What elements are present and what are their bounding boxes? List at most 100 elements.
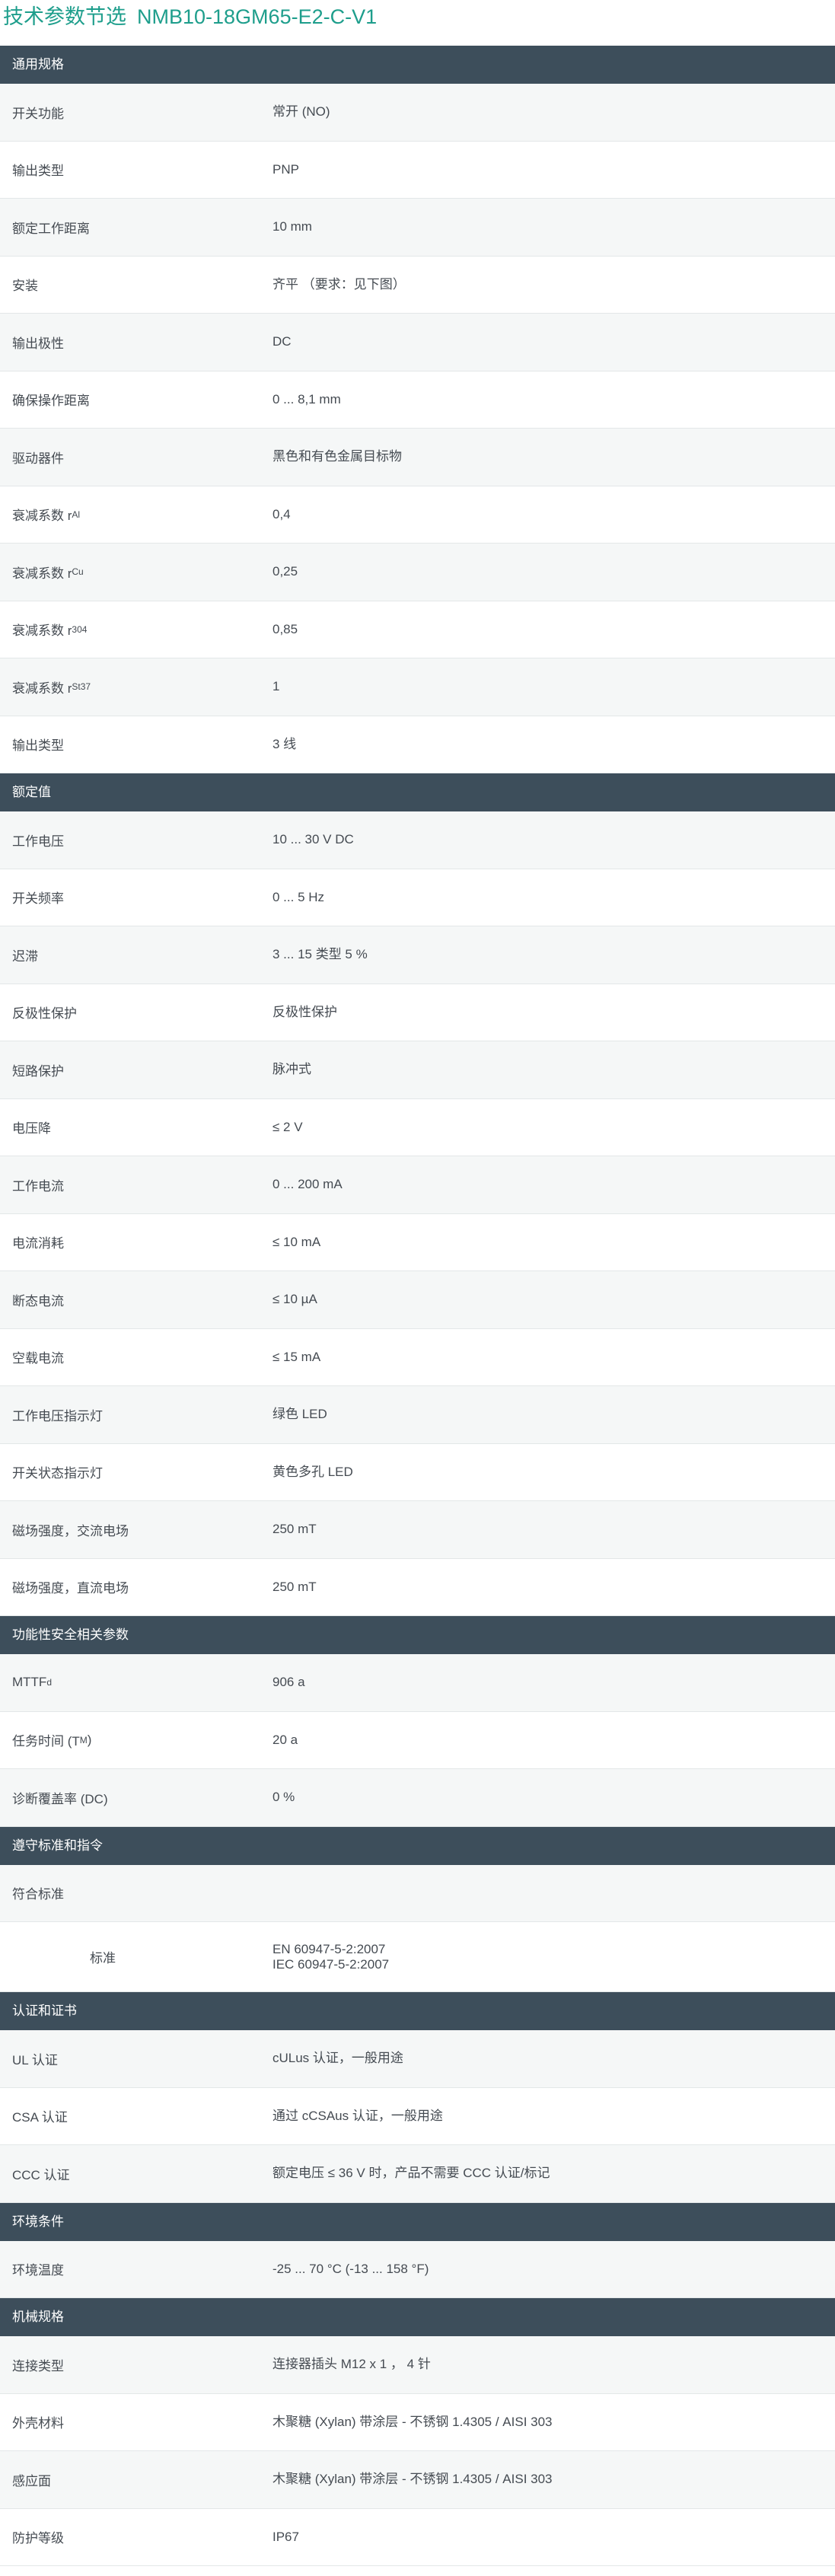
spec-label: CCC 认证 (12, 2145, 70, 2202)
spec-row: UL 认证 cULus 认证，一般用途 (0, 2030, 835, 2088)
spec-label-text: 开关频率 (12, 891, 64, 907)
spec-row: 衰减系数 r 304 0,85 (0, 601, 835, 658)
spec-row: 连接类型 连接器插头 M12 x 1 ， 4 针 (0, 2336, 835, 2394)
spec-label-text: 空载电流 (12, 1351, 64, 1366)
spec-label: 工作电压 (12, 811, 64, 869)
spec-value-text: -25 ... 70 °C (-13 ... 158 °F) (272, 2261, 429, 2276)
spec-label: 输出类型 (12, 142, 64, 199)
spec-label-text: UL 认证 (12, 2052, 58, 2067)
spec-row: CSA 认证 通过 cCSAus 认证，一般用途 (0, 2087, 835, 2145)
spec-value: DC (272, 314, 292, 371)
spec-value-text: IP67 (272, 2529, 299, 2544)
spec-value-text: 常开 (NO) (272, 104, 330, 120)
spec-label: 符合标准 (12, 1865, 64, 1922)
spec-value: ≤ 10 mA (272, 1214, 320, 1271)
spec-label: 任务时间 (T M) (12, 1712, 91, 1769)
spec-value: PNP (272, 142, 299, 199)
spec-value-text: 250 mT (272, 1579, 317, 1594)
spec-value: 连接器插头 M12 x 1 ， 4 针 (272, 2336, 431, 2393)
spec-value-text: 0,25 (272, 564, 298, 579)
section-header: 认证和证书 (0, 1992, 835, 2030)
spec-row: 环境温度 -25 ... 70 °C (-13 ... 158 °F) (0, 2240, 835, 2298)
spec-label: 开关频率 (12, 869, 64, 926)
page: 技术参数节选 NMB10-18GM65-E2-C-V1 通用规格 开关功能 常开 (N… (0, 0, 835, 2576)
spec-value-text: 3 线 (272, 736, 297, 751)
spec-label: 输出极性 (12, 314, 64, 371)
spec-row: 工作电流 0 ... 200 mA (0, 1156, 835, 1214)
spec-table: 通用规格 开关功能 常开 (NO) 输出类型 PNP 额定工作距离 10 mm 安装 齐平 （要… (0, 46, 835, 2576)
spec-value-text: 通过 cCSAus 认证，一般用途 (272, 2108, 443, 2123)
spec-label-text: 连接类型 (12, 2358, 64, 2374)
spec-label: 电流消耗 (12, 1214, 64, 1271)
spec-value: ≤ 15 mA (272, 1329, 320, 1386)
spec-value: -25 ... 70 °C (-13 ... 158 °F) (272, 2241, 429, 2298)
spec-row: 诊断覆盖率 (DC) 0 % (0, 1769, 835, 1827)
spec-label: 电压降 (12, 1099, 51, 1156)
spec-row: 外壳材料 木聚糖 (Xylan) 带涂层 - 不锈钢 1.4305 / AISI … (0, 2393, 835, 2451)
spec-label-text: 外壳材料 (12, 2416, 64, 2431)
spec-value: 绿色 LED (272, 1386, 327, 1443)
spec-value: 0 ... 200 mA (272, 1156, 343, 1213)
spec-row: 断态电流 ≤ 10 µA (0, 1271, 835, 1329)
spec-value-text: 0,85 (272, 621, 298, 636)
spec-label-text: 诊断覆盖率 (DC) (12, 1791, 108, 1806)
spec-value-text: ≤ 15 mA (272, 1349, 321, 1364)
spec-value: 10 ... 30 V DC (272, 811, 354, 869)
spec-row: 短路保护 脉冲式 (0, 1041, 835, 1099)
spec-value: 0 ... 8,1 mm (272, 371, 341, 429)
spec-value: 木聚糖 (Xylan) 带涂层 - 不锈钢 1.4305 / AISI 303 (272, 2451, 553, 2508)
title-prefix: 技术参数节选 (3, 5, 126, 28)
spec-label: 衰减系数 r Al (12, 486, 80, 544)
section-header: 机械规格 (0, 2298, 835, 2336)
spec-value-text: 脉冲式 (272, 1062, 311, 1077)
spec-label: UL 认证 (12, 2030, 58, 2087)
section-header: 环境条件 (0, 2202, 835, 2241)
spec-value-text: 3 ... 15 类型 5 % (272, 947, 368, 962)
spec-row: 输出极性 DC (0, 314, 835, 371)
spec-label-text: 衰减系数 r (12, 566, 72, 581)
spec-row: MTTF d 906 a (0, 1654, 835, 1712)
spec-value-text: 0,4 (272, 506, 291, 521)
spec-value-line: EN 60947-5-2:2007 (272, 1941, 386, 1956)
spec-value: 黑色和有色金属目标物 (272, 429, 402, 486)
spec-row: 安装 齐平 （要求：见下图） (0, 256, 835, 314)
spec-value: 906 a (272, 1654, 305, 1711)
spec-value: 20 a (272, 1712, 298, 1769)
spec-value-text: 绿色 LED (272, 1407, 327, 1422)
spec-label-text: 磁场强度，直流电场 (12, 1581, 129, 1596)
spec-value: 反极性保护 (272, 984, 337, 1041)
spec-row: 工作电压指示灯 绿色 LED (0, 1386, 835, 1444)
spec-label: 短路保护 (12, 1041, 64, 1098)
spec-value: 1 (272, 658, 279, 716)
spec-label: 空载电流 (12, 1329, 64, 1386)
spec-row: 标准 EN 60947-5-2:2007 IEC 60947-5-2:2007 (0, 1922, 835, 1992)
section-header: 额定值 (0, 773, 835, 811)
spec-value: IP67 (272, 2509, 299, 2566)
spec-value-text: 0 ... 200 mA (272, 1177, 343, 1192)
spec-value-text: 黑色和有色金属目标物 (272, 449, 402, 464)
spec-row: 防护等级 IP67 (0, 2508, 835, 2566)
spec-value-text: cULus 认证，一般用途 (272, 2051, 403, 2066)
spec-row: 电流消耗 ≤ 10 mA (0, 1213, 835, 1271)
spec-label-text: 电压降 (12, 1121, 51, 1137)
spec-label: 衰减系数 r Cu (12, 544, 84, 601)
spec-label: 输出类型 (12, 716, 64, 773)
spec-label-text: 环境温度 (12, 2263, 64, 2278)
spec-label: 确保操作距离 (12, 371, 90, 429)
spec-label-suffix: ) (87, 1732, 92, 1747)
spec-label-text: 迟滞 (12, 948, 38, 964)
spec-value-text: 木聚糖 (Xylan) 带涂层 - 不锈钢 1.4305 / AISI 303 (272, 2472, 553, 2487)
spec-label: 额定工作距离 (12, 199, 90, 256)
spec-row: 磁场强度，直流电场 250 mT (0, 1558, 835, 1616)
spec-value: 0 % (272, 1769, 295, 1826)
spec-label-text: 额定工作距离 (12, 221, 90, 236)
spec-value: 0,85 (272, 601, 298, 658)
spec-label: 驱动器件 (12, 429, 64, 486)
spec-label: 迟滞 (12, 926, 38, 984)
spec-value-text: 10 mm (272, 219, 312, 234)
spec-value-text: PNP (272, 161, 299, 177)
spec-label: 断态电流 (12, 1271, 64, 1328)
spec-label: 防护等级 (12, 2509, 64, 2566)
spec-label-text: 驱动器件 (12, 451, 64, 466)
spec-label-text: 断态电流 (12, 1293, 64, 1309)
